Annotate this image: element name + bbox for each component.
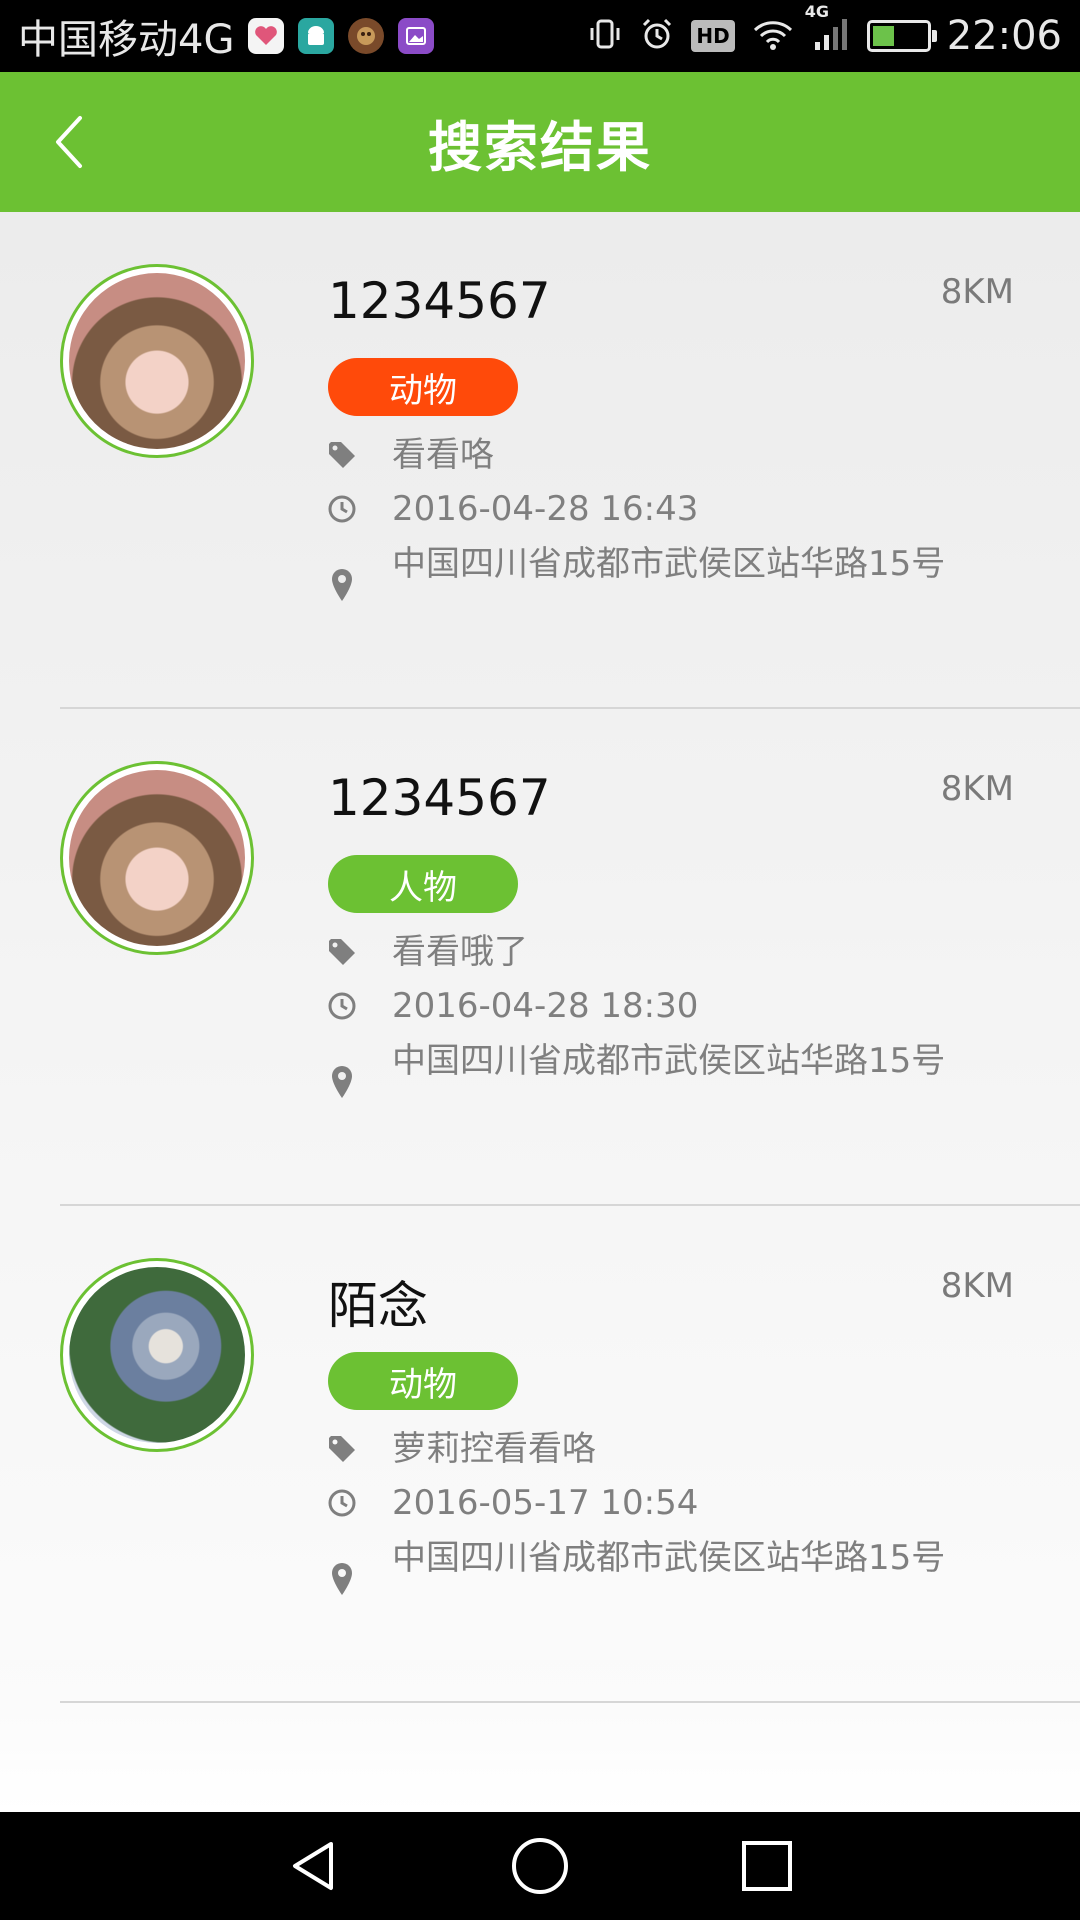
status-right: HD 4G 22:06 bbox=[587, 3, 1062, 59]
nav-home-button[interactable] bbox=[500, 1826, 580, 1906]
clock: 22:06 bbox=[946, 13, 1062, 59]
status-left: 中国移动4G bbox=[18, 7, 435, 65]
time-row: 2016-04-28 16:43 bbox=[326, 488, 698, 530]
network-type-label: 4G bbox=[804, 1, 829, 21]
note-row: 萝莉控看看咯 bbox=[326, 1428, 596, 1470]
nav-recents-button[interactable] bbox=[727, 1826, 807, 1906]
result-distance: 8KM bbox=[940, 1266, 1014, 1306]
wifi-icon bbox=[751, 16, 795, 57]
avatar[interactable] bbox=[60, 761, 254, 955]
time-row: 2016-04-28 18:30 bbox=[326, 985, 698, 1027]
health-app-icon bbox=[248, 18, 285, 54]
status-bar: 中国移动4G HD 4G 22:06 bbox=[0, 0, 1080, 72]
result-distance: 8KM bbox=[940, 272, 1014, 312]
result-address: 中国四川省成都市武侯区站华路15号 bbox=[392, 1538, 946, 1578]
page-title: 搜索结果 bbox=[428, 115, 652, 179]
result-time: 2016-04-28 16:43 bbox=[392, 489, 699, 529]
result-item[interactable]: 陌念 8KM 动物 萝莉控看看咯 2016-05-17 10:54 中国四川省成… bbox=[0, 1206, 1080, 1703]
category-tag: 人物 bbox=[328, 855, 518, 913]
tag-icon bbox=[326, 1428, 358, 1470]
result-note: 萝莉控看看咯 bbox=[392, 1429, 596, 1469]
result-note: 看看咯 bbox=[392, 435, 494, 475]
location-pin-icon bbox=[326, 1041, 358, 1123]
recents-square-icon bbox=[741, 1841, 792, 1891]
clock-icon bbox=[326, 488, 358, 530]
category-tag: 动物 bbox=[328, 1352, 518, 1410]
back-triangle-icon bbox=[293, 1842, 334, 1890]
result-address: 中国四川省成都市武侯区站华路15号 bbox=[392, 544, 946, 584]
result-name: 陌念 bbox=[328, 1277, 428, 1335]
results-list[interactable]: 1234567 8KM 动物 看看咯 2016-04-28 16:43 中国四川… bbox=[0, 212, 1080, 1812]
result-time: 2016-04-28 18:30 bbox=[392, 986, 699, 1026]
game-app-icon bbox=[348, 18, 385, 54]
tag-icon bbox=[326, 931, 358, 973]
tag-icon bbox=[326, 434, 358, 476]
divider bbox=[60, 1701, 1080, 1703]
address-row: 中国四川省成都市武侯区站华路15号 bbox=[326, 1041, 952, 1123]
signal-icon: 4G bbox=[805, 3, 851, 57]
battery-icon bbox=[866, 20, 937, 52]
result-name: 1234567 bbox=[328, 272, 551, 330]
note-row: 看看咯 bbox=[326, 434, 494, 476]
vibrate-icon bbox=[587, 16, 623, 57]
result-item[interactable]: 1234567 8KM 动物 看看咯 2016-04-28 16:43 中国四川… bbox=[0, 212, 1080, 709]
avatar[interactable] bbox=[60, 1258, 254, 1452]
battery-level bbox=[872, 26, 894, 46]
android-app-icon bbox=[298, 18, 335, 54]
result-name: 1234567 bbox=[328, 769, 551, 827]
title-bar: 搜索结果 bbox=[0, 72, 1080, 212]
time-row: 2016-05-17 10:54 bbox=[326, 1482, 698, 1524]
result-time: 2016-05-17 10:54 bbox=[392, 1483, 699, 1523]
address-row: 中国四川省成都市武侯区站华路15号 bbox=[326, 544, 952, 626]
back-button[interactable] bbox=[30, 102, 110, 182]
note-row: 看看哦了 bbox=[326, 931, 528, 973]
system-nav-bar bbox=[0, 1812, 1080, 1920]
location-pin-icon bbox=[326, 1538, 358, 1620]
result-item[interactable]: 1234567 8KM 人物 看看哦了 2016-04-28 18:30 中国四… bbox=[0, 709, 1080, 1206]
carrier-label: 中国移动4G bbox=[18, 17, 235, 63]
result-distance: 8KM bbox=[940, 769, 1014, 809]
clock-icon bbox=[326, 985, 358, 1027]
nav-back-button[interactable] bbox=[273, 1826, 353, 1906]
home-circle-icon bbox=[511, 1838, 568, 1894]
result-note: 看看哦了 bbox=[392, 932, 528, 972]
category-tag: 动物 bbox=[328, 358, 518, 416]
gallery-app-icon bbox=[398, 18, 435, 54]
result-address: 中国四川省成都市武侯区站华路15号 bbox=[392, 1041, 946, 1081]
alarm-icon bbox=[639, 16, 675, 57]
clock-icon bbox=[326, 1482, 358, 1524]
hd-voice-icon: HD bbox=[691, 20, 735, 52]
avatar[interactable] bbox=[60, 264, 254, 458]
location-pin-icon bbox=[326, 544, 358, 626]
chevron-left-icon bbox=[56, 116, 82, 168]
address-row: 中国四川省成都市武侯区站华路15号 bbox=[326, 1538, 952, 1620]
